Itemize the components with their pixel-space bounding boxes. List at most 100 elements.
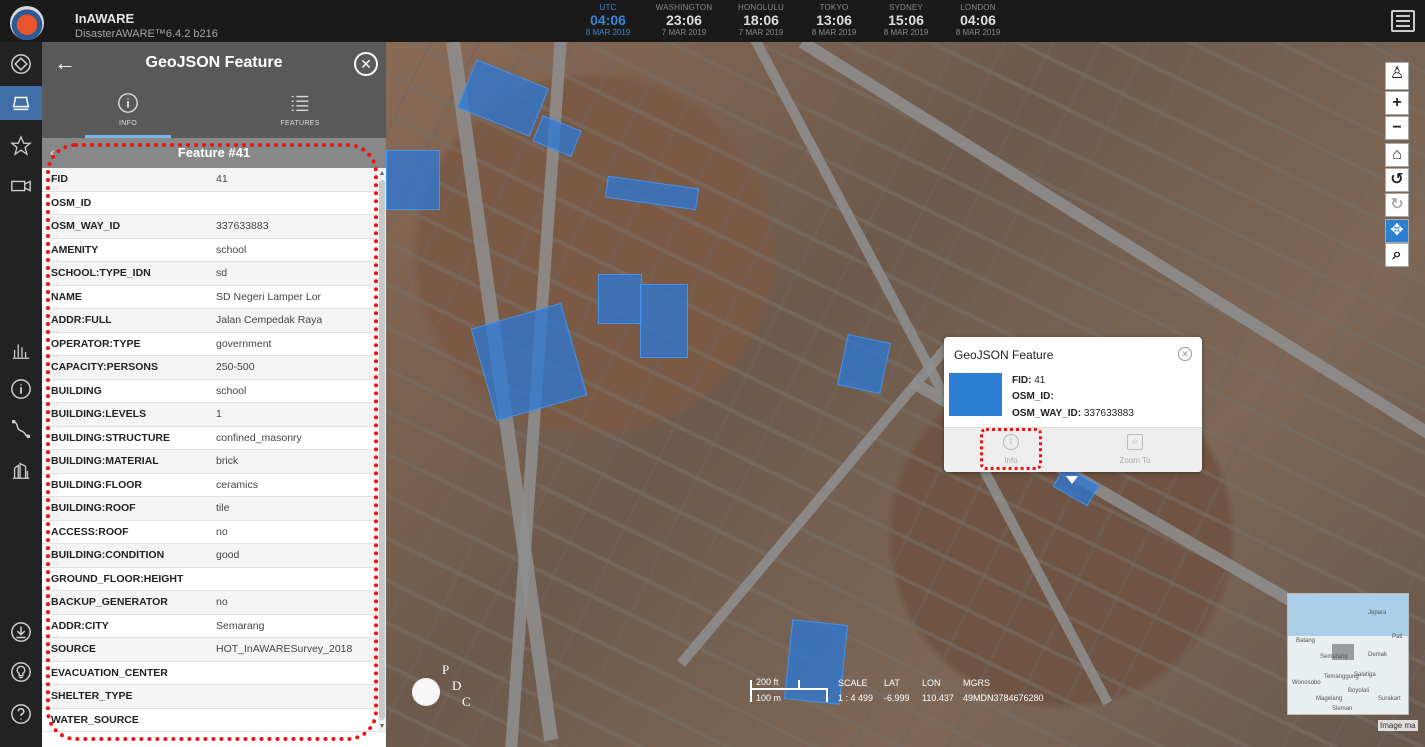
school-building[interactable] [386, 150, 440, 210]
zoom-out-button[interactable]: − [1385, 116, 1409, 140]
info-label: Info [1004, 456, 1018, 465]
popup-close-icon[interactable]: ✕ [1178, 347, 1192, 361]
home-icon[interactable]: ⌂ [1385, 143, 1409, 167]
clock-city: SYDNEY [888, 3, 924, 12]
minimap-label: Jepara [1368, 610, 1387, 616]
popup-field-osm-way-id: OSM_WAY_ID: 337633883 [1012, 408, 1134, 419]
tab-features[interactable]: FEATURES [257, 86, 343, 138]
attribute-row: BUILDING:MATERIAL brick [42, 450, 378, 474]
clock-time: 04:06 [590, 12, 626, 28]
attribute-value: 250-500 [216, 361, 255, 374]
feature-popup: GeoJSON Feature ✕ FID: 41 OSM_ID: OSM_WA… [944, 337, 1202, 472]
attribute-table: FID 41 OSM_ID OSM_WAY_ID 337633883 AMENITY sch… [42, 168, 378, 732]
attribute-row: BACKUP_GENERATOR no [42, 591, 378, 615]
panel-scrollbar[interactable]: ▲ ▼ [378, 168, 386, 733]
pdc-letter: C [462, 694, 471, 709]
scroll-up-icon[interactable]: ▲ [378, 170, 386, 178]
panel-tabs: INFO FEATURES [42, 86, 386, 138]
layers-icon[interactable] [0, 86, 42, 120]
close-icon[interactable]: ✕ [354, 52, 378, 76]
school-building[interactable] [598, 274, 642, 324]
info-circle-icon[interactable] [7, 375, 35, 403]
attribute-row: OSM_ID [42, 192, 378, 215]
clock-washington: WASHINGTON 23:06 7 MAR 2019 [649, 3, 719, 37]
clock-sydney: SYDNEY 15:06 8 MAR 2019 [871, 3, 941, 37]
attribute-key: ADDR:FULL [51, 314, 112, 327]
attribute-row: BUILDING:ROOF tile [42, 497, 378, 521]
route-icon[interactable] [7, 415, 35, 443]
video-camera-icon[interactable] [7, 172, 35, 200]
app-version: DisasterAWARE™6.4.2 b216 [75, 28, 218, 40]
attribute-row: SCHOOL:TYPE_IDN sd [42, 262, 378, 286]
attribute-value: ceramics [216, 478, 259, 491]
help-icon[interactable] [7, 700, 35, 728]
coord-label: SCALE [838, 678, 868, 688]
attribute-key: CAPACITY:PERSONS [51, 361, 158, 374]
feature-title: Feature #41 [177, 145, 251, 160]
scale-line [750, 688, 828, 690]
attribute-value: good [216, 549, 240, 562]
redo-icon[interactable]: ↻ [1385, 193, 1409, 217]
undo-icon[interactable]: ↺ [1385, 168, 1409, 192]
clock-city: HONOLULU [737, 3, 785, 12]
pan-icon[interactable]: ✥ [1385, 219, 1409, 243]
attribute-value: no [216, 596, 228, 609]
school-building[interactable] [532, 115, 582, 157]
attribute-key: OPERATOR:TYPE [51, 337, 141, 350]
zoom-box-icon[interactable]: ⌕ [1385, 243, 1409, 267]
attribute-key: SCHOOL:TYPE_IDN [51, 267, 151, 280]
attribute-key: OSM_ID [51, 196, 92, 209]
pdc-letter: P [442, 662, 449, 677]
scale-bar: 200 ft 100 m [750, 677, 830, 707]
attribute-row: EVACUATION_CENTER [42, 662, 378, 685]
info-button[interactable]: i Info [981, 434, 1041, 465]
attribute-value: HOT_InAWARESurvey_2018 [216, 643, 353, 656]
popup-pointer [1066, 476, 1078, 484]
clock-date: 8 MAR 2019 [883, 28, 929, 37]
attribute-key: FID [51, 173, 68, 186]
tab-info[interactable]: INFO [85, 86, 171, 138]
app-title: InAWARE [75, 11, 135, 26]
map-buildings-icon[interactable] [7, 456, 35, 484]
zoom-in-button[interactable]: + [1385, 91, 1409, 115]
lightbulb-icon[interactable] [7, 658, 35, 686]
app-logo-icon[interactable] [10, 6, 44, 40]
attribute-value: SD Negeri Lamper Lor [216, 290, 322, 303]
hazards-diamond-icon[interactable] [7, 50, 35, 78]
attribute-key: ACCESS:ROOF [51, 525, 129, 538]
attribute-key: NAME [51, 290, 82, 303]
attribute-key: WATER_SOURCE [51, 713, 139, 726]
attribute-row: BUILDING school [42, 380, 378, 403]
attribute-key: BUILDING:FLOOR [51, 478, 142, 491]
download-icon[interactable] [7, 618, 35, 646]
overview-minimap[interactable]: Jepara Batang Semarang Demak Wonosobo Te… [1287, 593, 1409, 715]
attribute-value: tile [216, 502, 230, 515]
scroll-down-icon[interactable]: ▼ [378, 723, 386, 731]
bar-chart-icon[interactable] [7, 336, 35, 364]
menu-list-icon[interactable] [1391, 10, 1415, 32]
attribute-row: CAPACITY:PERSONS 250-500 [42, 356, 378, 380]
attribute-row: NAME SD Negeri Lamper Lor [42, 286, 378, 309]
school-building[interactable] [604, 175, 700, 211]
attribute-value: Jalan Cempedak Raya [216, 314, 323, 327]
zoom-to-button[interactable]: ⌕ Zoom To [1105, 434, 1165, 465]
clock-time: 04:06 [960, 12, 996, 28]
scroll-thumb[interactable] [379, 180, 385, 720]
top-bar: InAWARE DisasterAWARE™6.4.2 b216 UTC 04:… [0, 0, 1425, 42]
scale-tick [750, 680, 752, 702]
attribute-row: AMENITY school [42, 239, 378, 262]
street-view-icon[interactable]: ♙ [1385, 62, 1409, 90]
popup-field-label: OSM_ID: [1012, 391, 1054, 402]
clock-time: 15:06 [888, 12, 924, 28]
minimap-label: Surakart [1378, 696, 1401, 702]
school-building[interactable] [640, 284, 688, 358]
attribute-value: school [216, 384, 247, 397]
popup-field-label: OSM_WAY_ID: [1012, 408, 1082, 419]
minimap-label: Semarang [1320, 654, 1348, 660]
selected-school-building[interactable] [837, 333, 891, 395]
map-view[interactable] [386, 42, 1425, 747]
attribute-value: government [216, 337, 272, 350]
pdc-letter: D [452, 678, 461, 693]
star-icon[interactable] [7, 132, 35, 160]
popup-field-value: 337633883 [1083, 408, 1134, 419]
